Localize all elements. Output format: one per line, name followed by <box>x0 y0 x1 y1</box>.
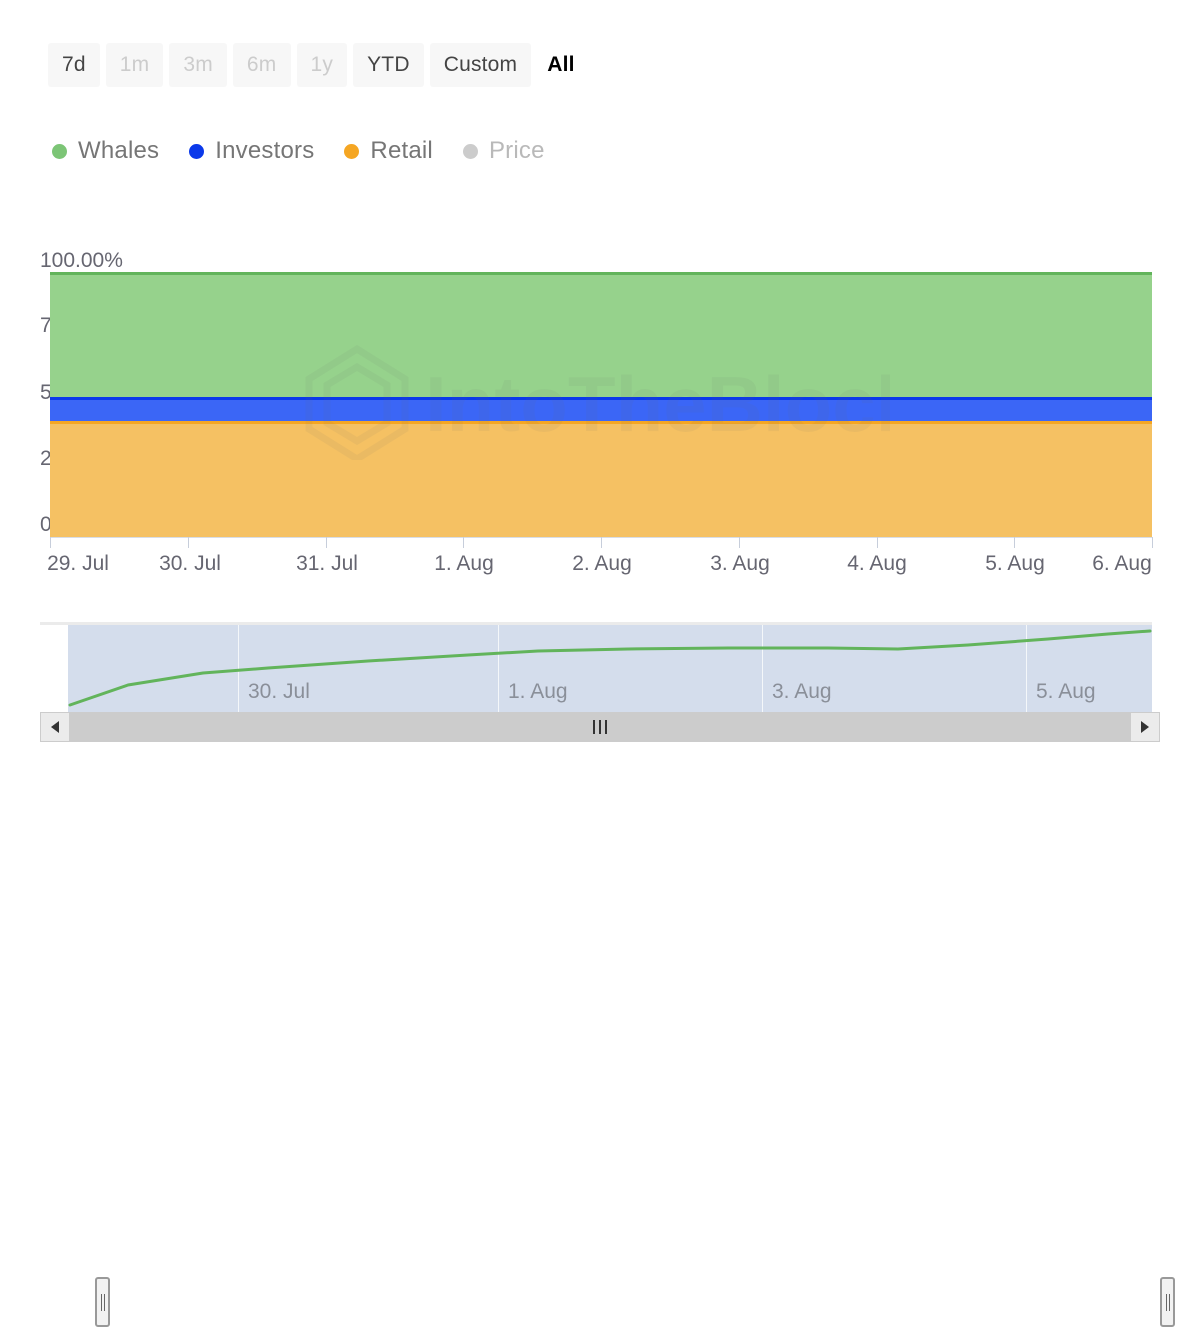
x-axis-tick <box>50 537 51 548</box>
series-line-investors <box>50 397 1152 400</box>
scroll-left-arrow-icon[interactable] <box>40 712 70 742</box>
x-axis-tick <box>1152 537 1153 548</box>
x-axis-tick <box>739 537 740 548</box>
navigator-series-line <box>68 629 1152 707</box>
x-axis-tick <box>463 537 464 548</box>
series-line-retail <box>50 421 1152 424</box>
x-axis-label-3: 1. Aug <box>434 552 494 575</box>
scrollbar-track[interactable] <box>70 712 1130 742</box>
chart-scrollbar[interactable] <box>40 712 1160 742</box>
series-band-retail <box>50 421 1152 537</box>
x-axis-label-8: 6. Aug <box>1092 552 1152 575</box>
grip-line-icon <box>100 1293 102 1311</box>
chart-navigator[interactable]: 30. Jul 1. Aug 3. Aug 5. Aug <box>40 622 1175 1327</box>
x-axis-tick <box>188 537 189 548</box>
grip-line-icon <box>103 1293 105 1311</box>
x-axis-label-7: 5. Aug <box>985 552 1045 575</box>
navigator-handle-right[interactable] <box>1160 1277 1175 1327</box>
navigator-handle-left[interactable] <box>95 1277 110 1327</box>
grip-bar-icon <box>593 720 595 734</box>
x-axis-label-6: 4. Aug <box>847 552 907 575</box>
x-axis-tick <box>326 537 327 548</box>
series-band-whales <box>50 272 1152 397</box>
x-axis-tick <box>877 537 878 548</box>
grip-line-icon <box>1165 1293 1167 1311</box>
x-axis-label-5: 3. Aug <box>710 552 770 575</box>
navigator-label-2: 3. Aug <box>772 680 832 703</box>
triangle-right-icon <box>1141 721 1149 733</box>
grip-bar-icon <box>599 720 601 734</box>
navigator-label-3: 5. Aug <box>1036 680 1096 703</box>
x-axis-label-0: 29. Jul <box>47 552 109 575</box>
series-line-whales <box>50 272 1152 275</box>
navigator-label-0: 30. Jul <box>248 680 310 703</box>
x-axis-tick <box>1014 537 1015 548</box>
plot-area[interactable]: IntoTheBlock <box>50 272 1152 537</box>
x-axis-label-4: 2. Aug <box>572 552 632 575</box>
scrollbar-grip-icon[interactable] <box>593 720 607 734</box>
x-axis-label-2: 31. Jul <box>296 552 358 575</box>
navigator-plot[interactable]: 30. Jul 1. Aug 3. Aug 5. Aug <box>68 625 1152 712</box>
grip-bar-icon <box>605 720 607 734</box>
x-axis-tick <box>601 537 602 548</box>
triangle-left-icon <box>51 721 59 733</box>
series-band-investors <box>50 397 1152 421</box>
x-axis-label-1: 30. Jul <box>159 552 221 575</box>
y-axis-label-100: 100.00% <box>40 249 123 272</box>
scroll-right-arrow-icon[interactable] <box>1130 712 1160 742</box>
grip-line-icon <box>1168 1293 1170 1311</box>
navigator-label-1: 1. Aug <box>508 680 568 703</box>
